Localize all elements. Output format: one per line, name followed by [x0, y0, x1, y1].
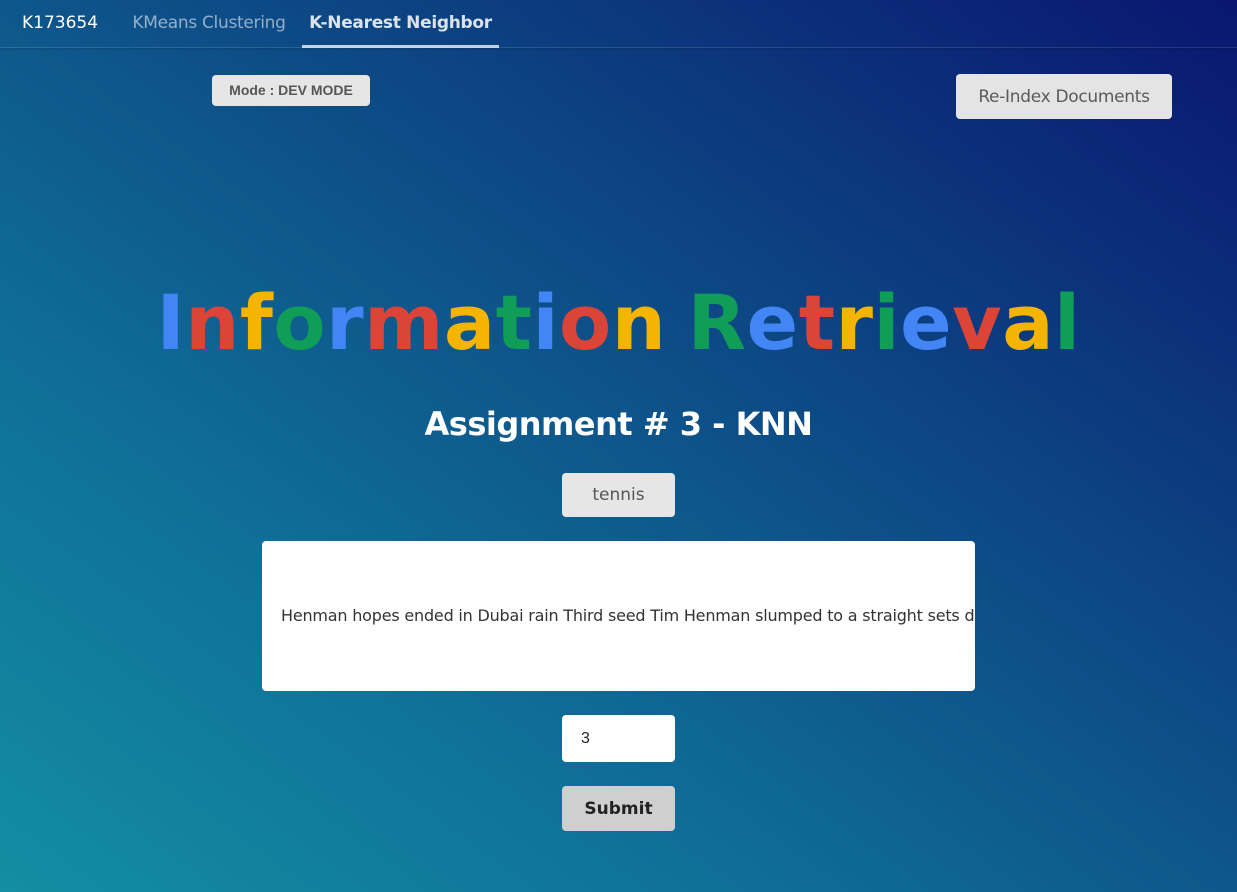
reindex-documents-button[interactable]: Re-Index Documents [956, 74, 1172, 119]
title-letter: e [900, 278, 953, 367]
title-letter: a [443, 278, 496, 367]
submit-button[interactable]: Submit [562, 786, 675, 831]
tab-k-nearest-neighbor[interactable]: K-Nearest Neighbor [302, 0, 499, 48]
title-letter: f [239, 278, 274, 367]
title-letter: t [495, 278, 533, 367]
k-value-input[interactable] [562, 715, 675, 762]
title-letter [666, 276, 687, 370]
title-letter: v [952, 278, 1003, 367]
brand-link[interactable]: K173654 [22, 13, 98, 33]
title-letter: n [611, 278, 667, 367]
title-letter: t [798, 278, 836, 367]
title-letter: R [687, 278, 747, 367]
title-letter: o [273, 278, 327, 367]
mode-badge: Mode : DEV MODE [212, 75, 370, 106]
title-letter: n [185, 278, 240, 367]
title-letter: I [156, 278, 186, 367]
title-letter: i [532, 278, 560, 367]
top-navbar: K173654 KMeans Clustering K-Nearest Neig… [0, 0, 1237, 48]
title-letter: l [1053, 278, 1081, 367]
document-textarea[interactable]: Henman hopes ended in Dubai rain Third s… [262, 541, 975, 691]
title-letter: e [746, 278, 799, 367]
tab-kmeans-clustering[interactable]: KMeans Clustering [118, 0, 300, 48]
page-title: Information Retrieval [0, 276, 1237, 370]
title-letter: m [364, 278, 444, 367]
assignment-subtitle: Assignment # 3 - KNN [424, 405, 813, 443]
title-letter: a [1002, 278, 1054, 367]
title-letter: r [326, 278, 365, 367]
category-result-button[interactable]: tennis [562, 473, 675, 517]
title-letter: r [835, 278, 874, 367]
title-letter: i [873, 278, 901, 367]
title-letter: o [559, 278, 612, 367]
